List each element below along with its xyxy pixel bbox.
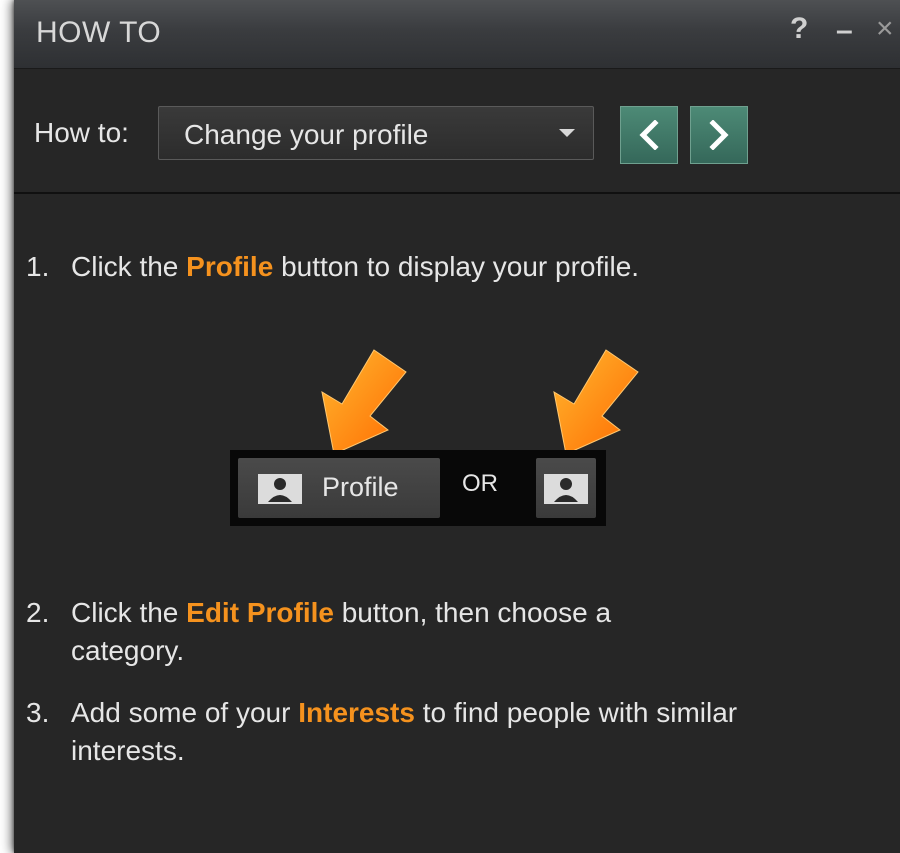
instructions-content: 1. Click the Profile button to display y… xyxy=(14,194,900,853)
close-icon[interactable]: × xyxy=(876,12,894,46)
step-text-before: Click the xyxy=(71,251,187,282)
arrow-icon xyxy=(321,349,407,455)
or-label: OR xyxy=(462,470,498,497)
arrow-icon xyxy=(553,349,639,455)
step-text-after: button to display your profile. xyxy=(273,251,640,282)
toolbar: How to: Change your profile xyxy=(14,69,900,194)
profile-button-illustration: Profile OR xyxy=(230,450,606,526)
step-text: Click the Profile button to display your… xyxy=(71,248,791,286)
person-icon xyxy=(544,474,588,504)
dropdown-selected-value: Change your profile xyxy=(184,119,429,150)
profile-label: Profile xyxy=(322,472,399,502)
step-text-before: Click the xyxy=(71,597,187,628)
highlight-interests: Interests xyxy=(298,697,415,728)
help-icon[interactable]: ? xyxy=(790,12,808,46)
minimize-icon[interactable]: – xyxy=(836,14,853,48)
step-text-before: Add some of your xyxy=(71,697,299,728)
how-to-window: HOW TO ? – × How to: Change your profile… xyxy=(14,0,900,853)
how-to-dropdown[interactable]: Change your profile xyxy=(158,106,594,160)
person-icon xyxy=(258,474,302,504)
profile-icon-button-example xyxy=(536,458,596,518)
chevron-right-icon xyxy=(709,120,729,150)
highlight-profile: Profile xyxy=(186,251,274,282)
title-bar[interactable]: HOW TO ? – × xyxy=(14,0,900,69)
step-text: Click the Edit Profile button, then choo… xyxy=(71,594,711,670)
previous-button[interactable] xyxy=(620,106,678,164)
next-button[interactable] xyxy=(690,106,748,164)
step-number: 2. xyxy=(26,597,50,628)
dropdown-caret-icon xyxy=(559,129,575,137)
step-text: Add some of your Interests to find peopl… xyxy=(71,694,761,770)
step-number: 1. xyxy=(26,251,50,282)
step-number: 3. xyxy=(26,697,50,728)
chevron-left-icon xyxy=(639,120,659,150)
window-title: HOW TO xyxy=(36,16,162,49)
how-to-label: How to: xyxy=(34,117,129,148)
profile-button-example: Profile xyxy=(238,458,440,518)
highlight-edit-profile: Edit Profile xyxy=(186,597,334,628)
